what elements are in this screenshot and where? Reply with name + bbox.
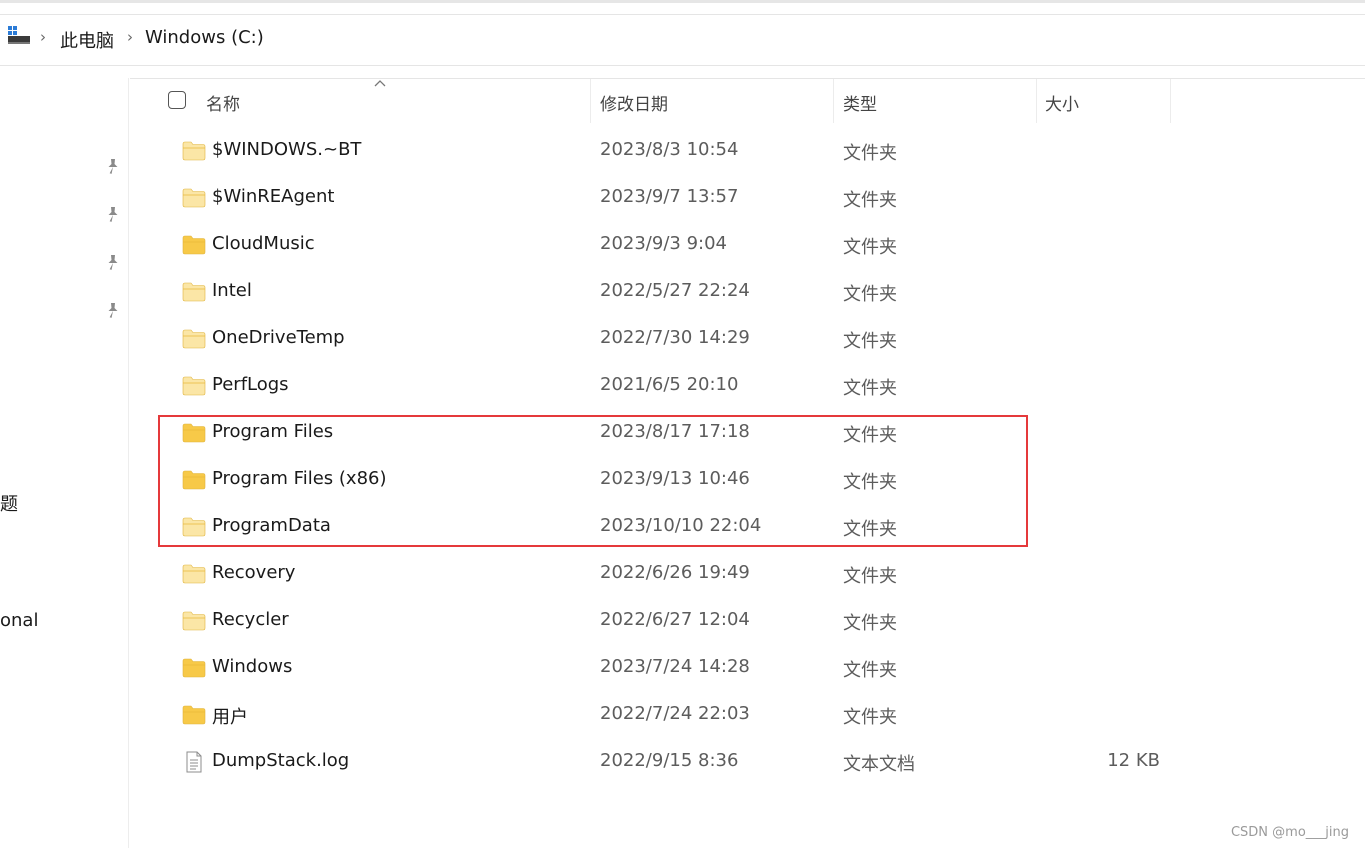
file-name: $WINDOWS.~BT [212,139,362,160]
column-divider[interactable] [1170,79,1171,123]
address-bar[interactable]: › 此电脑 › Windows (C:) [0,14,1365,66]
file-type: 文件夹 [843,237,897,258]
file-type: 文件夹 [843,378,897,399]
file-row[interactable]: 用户 2022/7/24 22:03 文件夹 [130,692,1170,739]
nav-item-truncated-label[interactable]: onal [0,610,38,631]
folder-icon [182,657,206,679]
file-modified-date: 2022/7/30 14:29 [600,327,750,348]
file-name: 用户 [212,707,248,728]
file-row[interactable]: Recycler 2022/6/27 12:04 文件夹 [130,598,1170,645]
file-row[interactable]: $WinREAgent 2023/9/7 13:57 文件夹 [130,175,1170,222]
pin-icon[interactable] [104,302,122,320]
nav-item-truncated-label[interactable]: 题 [0,490,18,516]
folder-light-icon [182,328,206,350]
file-name: CloudMusic [212,233,315,254]
file-row[interactable]: Windows 2023/7/24 14:28 文件夹 [130,645,1170,692]
column-header-type[interactable]: 类型 [843,90,877,115]
chevron-right-icon: › [127,28,133,46]
folder-light-icon [182,187,206,209]
pin-icon[interactable] [104,158,122,176]
file-type: 文件夹 [843,331,897,352]
file-row[interactable]: Recovery 2022/6/26 19:49 文件夹 [130,551,1170,598]
file-row[interactable]: $WINDOWS.~BT 2023/8/3 10:54 文件夹 [130,128,1170,175]
file-row[interactable]: CloudMusic 2023/9/3 9:04 文件夹 [130,222,1170,269]
breadcrumb-this-pc[interactable]: 此电脑 [60,27,114,53]
window-top-edge [0,0,1365,3]
column-divider[interactable] [590,79,591,123]
file-modified-date: 2022/6/26 19:49 [600,562,750,583]
pin-icon[interactable] [104,206,122,224]
file-size: 12 KB [1107,750,1160,771]
file-modified-date: 2021/6/5 20:10 [600,374,739,395]
file-type: 文件夹 [843,660,897,681]
file-type: 文件夹 [843,284,897,305]
file-row[interactable]: Intel 2022/5/27 22:24 文件夹 [130,269,1170,316]
file-name: DumpStack.log [212,750,350,771]
folder-icon [182,234,206,256]
folder-light-icon [182,140,206,162]
file-modified-date: 2023/8/3 10:54 [600,139,739,160]
select-all-checkbox[interactable] [168,91,186,109]
file-modified-date: 2023/9/3 9:04 [600,233,727,254]
column-header-name[interactable]: 名称 [206,90,240,115]
sort-ascending-icon [374,80,386,87]
watermark: CSDN @mo___jing [1230,825,1349,840]
column-divider[interactable] [1036,79,1037,123]
file-type: 文件夹 [843,143,897,164]
column-header-row: 名称 修改日期 类型 大小 [130,78,1365,123]
column-divider[interactable] [833,79,834,123]
folder-light-icon [182,563,206,585]
folder-light-icon [182,281,206,303]
file-modified-date: 2023/7/24 14:28 [600,656,750,677]
chevron-right-icon: › [40,28,46,46]
file-type: 文件夹 [843,190,897,211]
file-modified-date: 2022/5/27 22:24 [600,280,750,301]
highlight-annotation-box [158,415,1028,547]
file-modified-date: 2022/9/15 8:36 [600,750,739,771]
file-row[interactable]: OneDriveTemp 2022/7/30 14:29 文件夹 [130,316,1170,363]
file-type: 文件夹 [843,613,897,634]
column-header-size[interactable]: 大小 [1045,90,1079,115]
file-row[interactable]: PerfLogs 2021/6/5 20:10 文件夹 [130,363,1170,410]
folder-icon [182,704,206,726]
file-modified-date: 2022/7/24 22:03 [600,703,750,724]
file-row[interactable]: DumpStack.log 2022/9/15 8:36 文本文档 12 KB [130,739,1170,786]
file-modified-date: 2022/6/27 12:04 [600,609,750,630]
file-name: Intel [212,280,252,301]
column-header-date[interactable]: 修改日期 [600,90,668,115]
file-type: 文件夹 [843,707,897,728]
breadcrumb-drive-c[interactable]: Windows (C:) [145,27,264,48]
file-name: OneDriveTemp [212,327,345,348]
navigation-pane[interactable]: 题 onal [0,78,129,848]
folder-light-icon [182,610,206,632]
file-modified-date: 2023/9/7 13:57 [600,186,739,207]
file-type: 文本文档 [843,754,915,775]
this-pc-icon[interactable] [8,26,30,46]
text-file-icon [182,751,206,773]
pin-icon[interactable] [104,254,122,272]
file-type: 文件夹 [843,566,897,587]
file-name: $WinREAgent [212,186,335,207]
file-name: Recycler [212,609,289,630]
file-name: Recovery [212,562,296,583]
file-name: PerfLogs [212,374,289,395]
file-name: Windows [212,656,293,677]
folder-light-icon [182,375,206,397]
